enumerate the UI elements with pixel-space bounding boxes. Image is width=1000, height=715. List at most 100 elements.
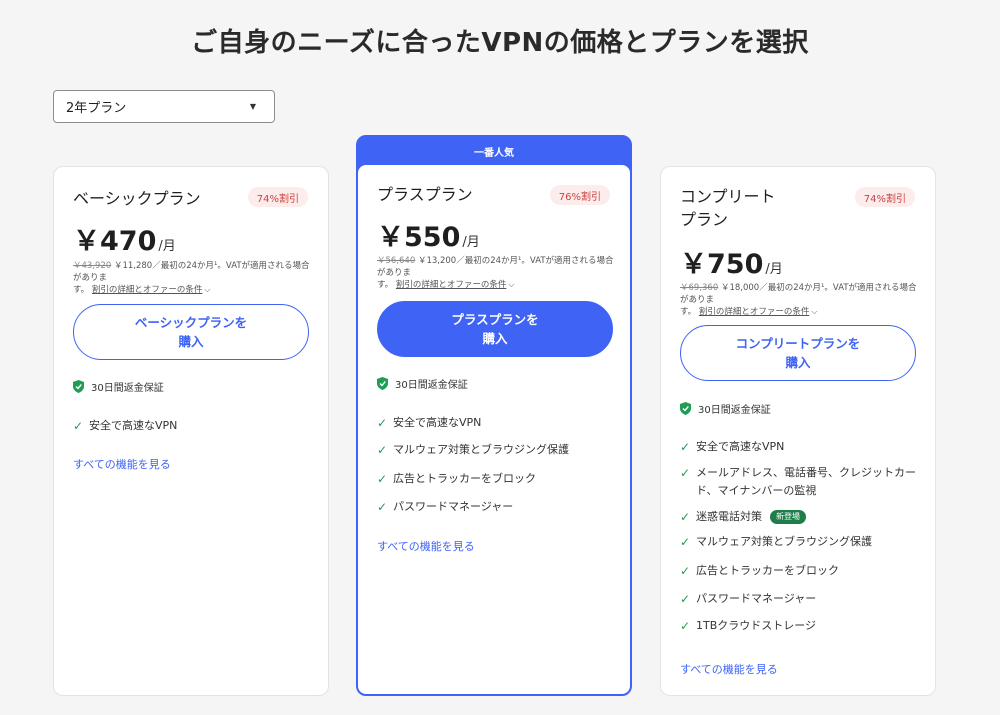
plan-name: ベーシックプラン [73, 189, 201, 208]
check-icon: ✓ [73, 419, 84, 433]
plan-period-selected: 2年プラン [66, 101, 127, 116]
plan-name: コンプリート プラン [680, 185, 776, 231]
most-popular-ribbon: 一番人気 [474, 147, 514, 159]
buy-complete-button[interactable]: コンプリートプランを 購入 [680, 325, 916, 381]
price-amount: ￥750 [680, 249, 764, 280]
price: ￥750 /月 [680, 242, 783, 281]
buy-plus-button[interactable]: プラスプランを 購入 [377, 301, 613, 357]
feature-text: 広告とトラッカーをブロック [393, 472, 536, 485]
feature-item: ✓ メールアドレス、電話番号、クレジットカード、マイナンバーの監視 [680, 464, 920, 500]
plan-card-plus: 一番人気 プラスプラン 76%割引 ￥550 /月 ￥56,640 ￥13,20… [356, 135, 632, 696]
buy-basic-button[interactable]: ベーシックプランを 購入 [73, 304, 309, 360]
check-icon: ✓ [680, 564, 691, 578]
money-back-guarantee: 30日間返金保証 [73, 379, 164, 394]
page-title: ご自身のニーズに合ったVPNの価格とプランを選択 [191, 28, 809, 58]
shield-check-icon [377, 377, 388, 390]
feature-text: マルウェア対策とブラウジング保護 [696, 535, 872, 548]
price-unit: /月 [462, 235, 480, 250]
check-icon: ✓ [680, 466, 691, 480]
terms-link[interactable]: 割引の詳細とオファーの条件 [396, 280, 507, 290]
shield-check-icon [680, 402, 691, 415]
feature-item: ✓ 安全で高速なVPN [680, 438, 920, 456]
buy-label-line2: 購入 [785, 355, 811, 370]
check-icon: ✓ [377, 443, 388, 457]
chevron-down-icon[interactable]: ⌵ [508, 280, 514, 289]
plan-card-basic: ベーシックプラン 74%割引 ￥470 /月 ￥43,920 ￥11,280／最… [53, 166, 329, 696]
new-badge: 新登場 [770, 510, 806, 524]
price-amount: ￥550 [377, 222, 461, 253]
feature-item: ✓ パスワードマネージャー [680, 590, 920, 608]
price-fine-print: ￥43,920 ￥11,280／最初の24か月¹。VATが適用される場合がありま… [73, 260, 313, 296]
check-icon: ✓ [680, 619, 691, 633]
money-back-guarantee: 30日間返金保証 [377, 376, 468, 391]
guarantee-text: 30日間返金保証 [91, 383, 164, 394]
original-price: ￥56,640 [377, 256, 416, 266]
buy-label-line1: コンプリートプランを [735, 336, 861, 351]
plan-card-plus-body: プラスプラン 76%割引 ￥550 /月 ￥56,640 ￥13,200／最初の… [358, 165, 630, 694]
check-icon: ✓ [377, 472, 388, 486]
money-back-guarantee: 30日間返金保証 [680, 401, 771, 416]
guarantee-text: 30日間返金保証 [395, 380, 468, 391]
price-fine-print: ￥69,360 ￥18,000／最初の24か月¹。VATが適用される場合がありま… [680, 282, 920, 318]
check-icon: ✓ [377, 416, 388, 430]
fine-print-text-end: す。 [680, 307, 697, 317]
price-amount: ￥470 [73, 226, 157, 257]
see-all-features-link[interactable]: すべての機能を見る [377, 538, 475, 554]
chevron-down-icon[interactable]: ⌵ [811, 307, 817, 316]
see-all-features-link[interactable]: すべての機能を見る [680, 661, 778, 677]
caret-down-icon: ▼ [249, 102, 256, 111]
feature-item: ✓ 迷惑電話対策 新登場 [680, 508, 920, 526]
price-unit: /月 [158, 239, 176, 254]
feature-list: ✓ 安全で高速なVPN ✓ メールアドレス、電話番号、クレジットカード、マイナンバー… [680, 438, 920, 635]
plan-card-complete: コンプリート プラン 74%割引 ￥750 /月 ￥69,360 ￥18,000… [660, 166, 936, 696]
check-icon: ✓ [680, 592, 691, 606]
feature-text: マルウェア対策とブラウジング保護 [393, 443, 569, 456]
discount-badge: 74%割引 [247, 187, 308, 207]
shield-check-icon [73, 380, 84, 393]
feature-item: ✓ 広告とトラッカーをブロック [377, 470, 617, 488]
discount-badge: 74%割引 [854, 187, 915, 207]
terms-link[interactable]: 割引の詳細とオファーの条件 [92, 285, 203, 295]
feature-text: パスワードマネージャー [696, 592, 817, 605]
terms-link[interactable]: 割引の詳細とオファーの条件 [699, 307, 810, 317]
feature-item: ✓ 広告とトラッカーをブロック [680, 562, 920, 580]
feature-list: ✓ 安全で高速なVPN ✓ マルウェア対策とブラウジング保護 ✓ 広告とトラッカーをブ… [377, 414, 617, 516]
feature-text: 迷惑電話対策 [696, 510, 762, 523]
feature-text: 広告とトラッカーをブロック [696, 564, 839, 577]
original-price: ￥69,360 [680, 283, 719, 293]
buy-label-line1: ベーシックプランを [134, 315, 248, 330]
feature-item: ✓ パスワードマネージャー [377, 498, 617, 516]
feature-text: パスワードマネージャー [393, 500, 514, 513]
feature-text: 安全で高速なVPN [393, 416, 482, 429]
price: ￥550 /月 [377, 215, 480, 254]
fine-print-text-end: す。 [73, 285, 90, 295]
plan-period-select[interactable]: 2年プラン ▼ [53, 90, 275, 123]
fine-print-text-end: す。 [377, 280, 394, 290]
feature-text: 安全で高速なVPN [89, 419, 178, 432]
feature-list: ✓ 安全で高速なVPN [73, 417, 313, 435]
buy-label-line2: 購入 [482, 331, 508, 346]
check-icon: ✓ [680, 535, 691, 549]
check-icon: ✓ [377, 500, 388, 514]
see-all-features-link[interactable]: すべての機能を見る [73, 456, 171, 472]
feature-item: ✓ マルウェア対策とブラウジング保護 [680, 533, 920, 551]
feature-item: ✓ マルウェア対策とブラウジング保護 [377, 441, 617, 459]
plan-name: プラスプラン [377, 185, 473, 204]
chevron-down-icon[interactable]: ⌵ [204, 285, 210, 294]
feature-item: ✓ 1TBクラウドストレージ [680, 617, 920, 635]
plan-name-line2: プラン [680, 210, 729, 229]
buy-label-line2: 購入 [178, 334, 204, 349]
feature-text: メールアドレス、電話番号、クレジットカード、マイナンバーの監視 [696, 466, 916, 497]
price: ￥470 /月 [73, 219, 176, 258]
check-icon: ✓ [680, 510, 691, 524]
feature-text: 1TBクラウドストレージ [696, 619, 817, 632]
buy-label-line1: プラスプランを [451, 312, 539, 327]
price-unit: /月 [765, 262, 783, 277]
original-price: ￥43,920 [73, 261, 112, 271]
feature-item: ✓ 安全で高速なVPN [73, 417, 313, 435]
plan-name-line1: コンプリート [680, 187, 776, 206]
guarantee-text: 30日間返金保証 [698, 405, 771, 416]
check-icon: ✓ [680, 440, 691, 454]
discount-badge: 76%割引 [549, 185, 610, 205]
feature-text: 安全で高速なVPN [696, 440, 785, 453]
